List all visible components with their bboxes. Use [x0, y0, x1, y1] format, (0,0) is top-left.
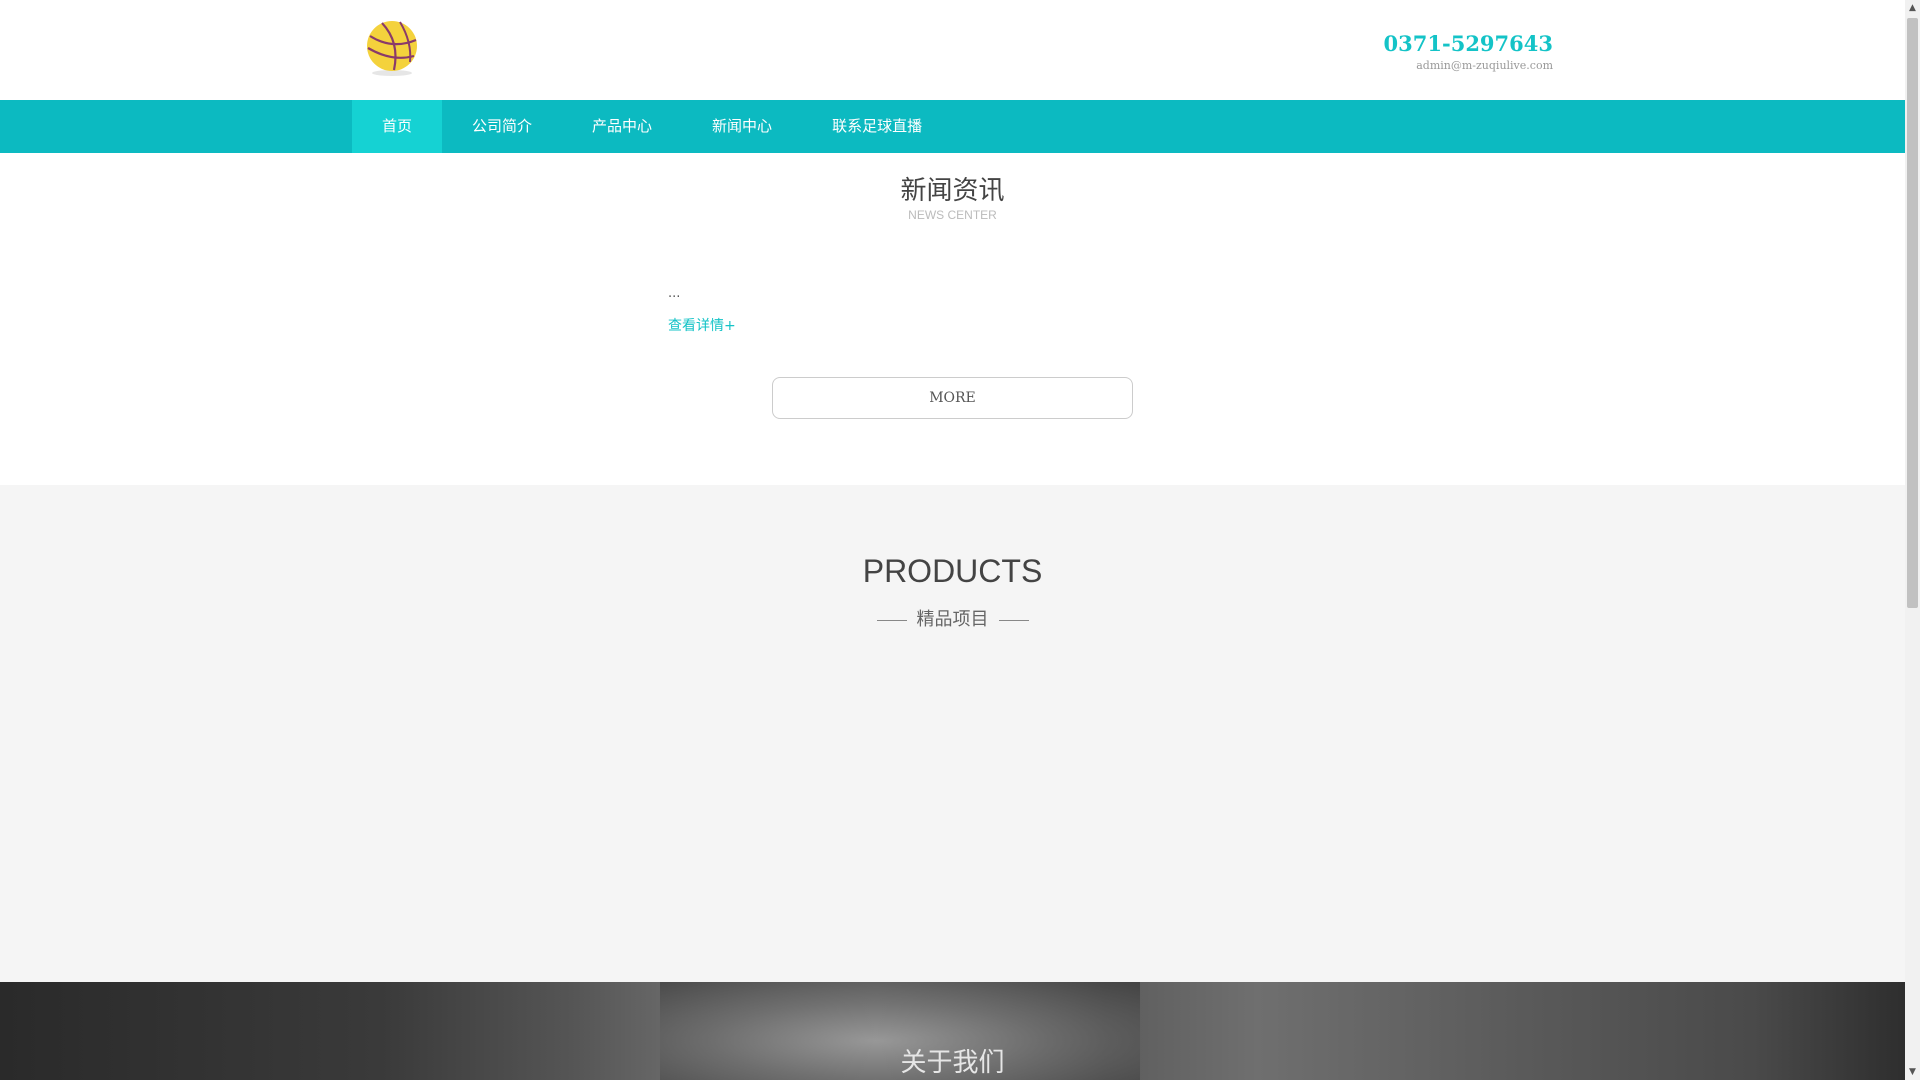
nav-items: 首页 公司简介 产品中心 新闻中心 联系足球直播 [352, 100, 952, 153]
products-subtitle: 精品项目 [0, 605, 1905, 631]
email-address: admin@m-zuqiulive.com [1416, 59, 1553, 72]
scrollbar-thumb[interactable] [1907, 18, 1918, 608]
news-section-title: 新闻资讯 [900, 176, 1005, 206]
nav-item-about[interactable]: 公司简介 [442, 100, 562, 153]
main-nav: 首页 公司简介 产品中心 新闻中心 联系足球直播 [0, 100, 1905, 153]
products-subtitle-text: 精品项目 [916, 609, 989, 630]
news-excerpt: ... [668, 286, 681, 301]
phone-number: 0371-5297643 [1383, 31, 1553, 56]
nav-item-home[interactable]: 首页 [352, 100, 443, 153]
nav-item-contact[interactable]: 联系足球直播 [802, 100, 952, 153]
basketball-logo-icon[interactable] [364, 18, 420, 78]
products-title: PRODUCTS [862, 553, 1043, 589]
news-section-subtitle: NEWS CENTER [908, 208, 997, 222]
about-title: 关于我们 [900, 1048, 1005, 1078]
page: 0371-5297643 admin@m-zuqiulive.com 首页 公司… [0, 0, 1905, 1080]
divider-right [998, 619, 1029, 621]
divider-left [876, 619, 907, 621]
site-header: 0371-5297643 admin@m-zuqiulive.com [0, 0, 1905, 100]
about-section: 关于我们 [0, 982, 1905, 1080]
products-section: PRODUCTS 精品项目 [0, 485, 1905, 982]
header-contact: 0371-5297643 admin@m-zuqiulive.com [1384, 30, 1553, 74]
news-detail-link[interactable]: 查看详情+ [668, 315, 736, 335]
arrow-up-icon[interactable]: ▲ [1905, 0, 1920, 16]
vertical-scrollbar[interactable]: ▲ ▼ [1905, 0, 1920, 1080]
more-button[interactable]: MORE [772, 377, 1133, 419]
nav-item-products[interactable]: 产品中心 [562, 100, 682, 153]
arrow-down-icon[interactable]: ▼ [1905, 1064, 1920, 1080]
nav-item-news[interactable]: 新闻中心 [682, 100, 802, 153]
